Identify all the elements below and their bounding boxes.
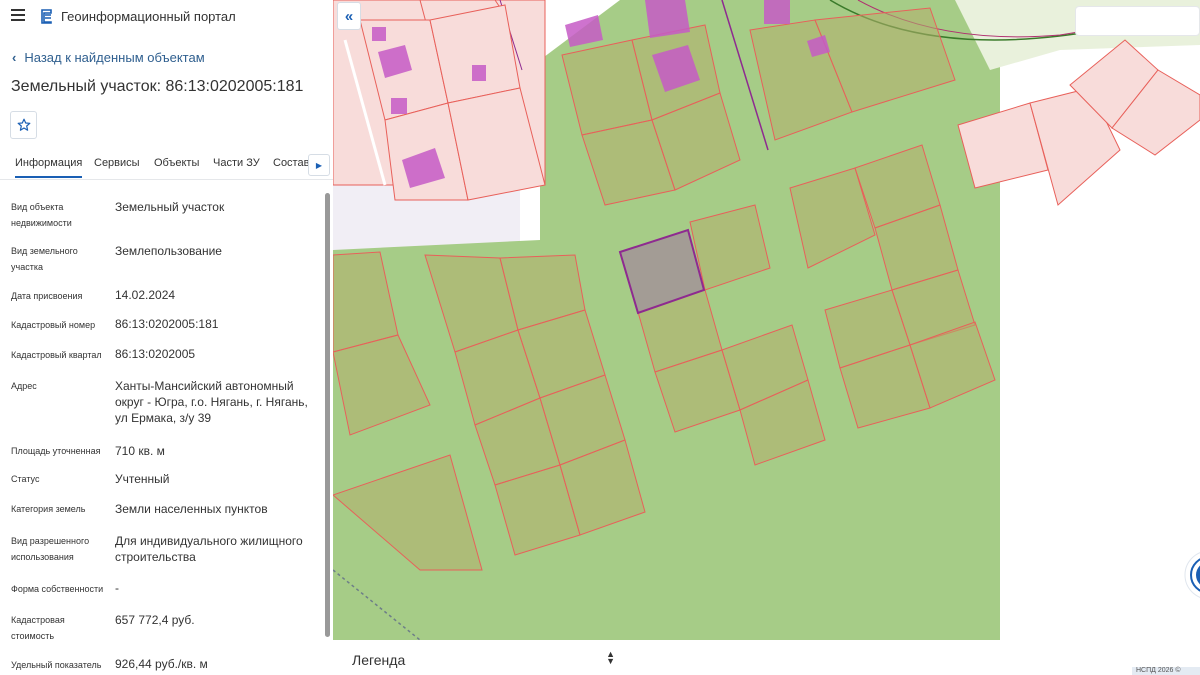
- panel-scrollbar[interactable]: [325, 193, 330, 637]
- property-label: Кадастровый номер: [11, 320, 96, 330]
- cadastral-map[interactable]: [333, 0, 1200, 675]
- properties-list: Вид объекта недвижимости Земельный участ…: [0, 181, 324, 675]
- back-link[interactable]: ‹ Назад к найденным объектам: [12, 50, 205, 65]
- property-value: 86:13:0202005: [115, 347, 196, 361]
- legend-title: Легенда: [352, 652, 406, 668]
- property-label: Вид земельного участка: [11, 246, 78, 272]
- property-label: Категория земель: [11, 504, 86, 514]
- double-chevron-left-icon: «: [344, 7, 354, 25]
- property-value: 14.02.2024: [115, 288, 176, 302]
- property-label: Вид объекта недвижимости: [11, 202, 72, 228]
- property-value: Учтенный: [115, 472, 170, 486]
- property-value: 86:13:0202005:181: [115, 317, 219, 331]
- tab-composition[interactable]: Состав: [273, 157, 309, 169]
- property-value: Земельный участок: [115, 200, 225, 214]
- page-title: Земельный участок: 86:13:0202005:181: [11, 78, 304, 95]
- map-view[interactable]: [333, 0, 1200, 675]
- property-value: 657 772,4 руб.: [115, 613, 195, 627]
- map-search-input[interactable]: [1075, 6, 1200, 36]
- property-label: Кадастровая стоимость: [11, 615, 65, 641]
- app-title: Геоинформационный портал: [61, 9, 236, 24]
- star-icon: [17, 118, 30, 131]
- top-bar: Геоинформационный портал: [0, 0, 333, 34]
- info-panel: Геоинформационный портал ‹ Назад к найден…: [0, 0, 333, 675]
- legend-panel[interactable]: Легенда ▲ ▼: [342, 644, 627, 675]
- chevron-left-icon: ‹: [12, 50, 17, 65]
- property-label: Вид разрешенного использования: [11, 536, 90, 562]
- favorite-button[interactable]: [10, 111, 37, 139]
- locate-button[interactable]: [1183, 548, 1200, 602]
- property-value: Ханты-Мансийский автономный округ - Югра…: [115, 379, 308, 425]
- expand-collapse-icon[interactable]: ▲ ▼: [606, 650, 615, 666]
- tab-parts[interactable]: Части ЗУ: [213, 157, 260, 169]
- property-value: Земли населенных пунктов: [115, 502, 268, 516]
- property-label: Статус: [11, 474, 40, 484]
- property-label: Кадастровый квартал: [11, 350, 102, 360]
- tabs-next-button[interactable]: ▶: [308, 154, 330, 176]
- tab-bar: Информация Сервисы Объекты Части ЗУ Сост…: [0, 150, 333, 180]
- tab-objects[interactable]: Объекты: [154, 157, 199, 169]
- property-label: Площадь уточненная: [11, 446, 101, 456]
- tab-information[interactable]: Информация: [15, 157, 83, 178]
- property-value: -: [115, 581, 119, 595]
- chevron-right-icon: ▶: [315, 160, 323, 170]
- back-link-label: Назад к найденным объектам: [24, 50, 205, 65]
- property-label: Удельный показатель: [11, 660, 102, 670]
- property-value: 710 кв. м: [115, 444, 165, 458]
- collapse-panel-button[interactable]: «: [337, 2, 361, 30]
- tab-services[interactable]: Сервисы: [94, 157, 140, 169]
- menu-icon[interactable]: [11, 9, 25, 21]
- property-value: 926,44 руб./кв. м: [115, 657, 208, 671]
- portal-logo-icon: [41, 9, 52, 24]
- property-value: Землепользование: [115, 244, 222, 258]
- property-label: Адрес: [11, 381, 37, 391]
- property-label: Дата присвоения: [11, 291, 83, 301]
- property-label: Форма собственности: [11, 584, 104, 594]
- property-value: Для индивидуального жилищного строительс…: [115, 534, 303, 564]
- map-attribution: НСПД 2026 ©: [1132, 667, 1200, 675]
